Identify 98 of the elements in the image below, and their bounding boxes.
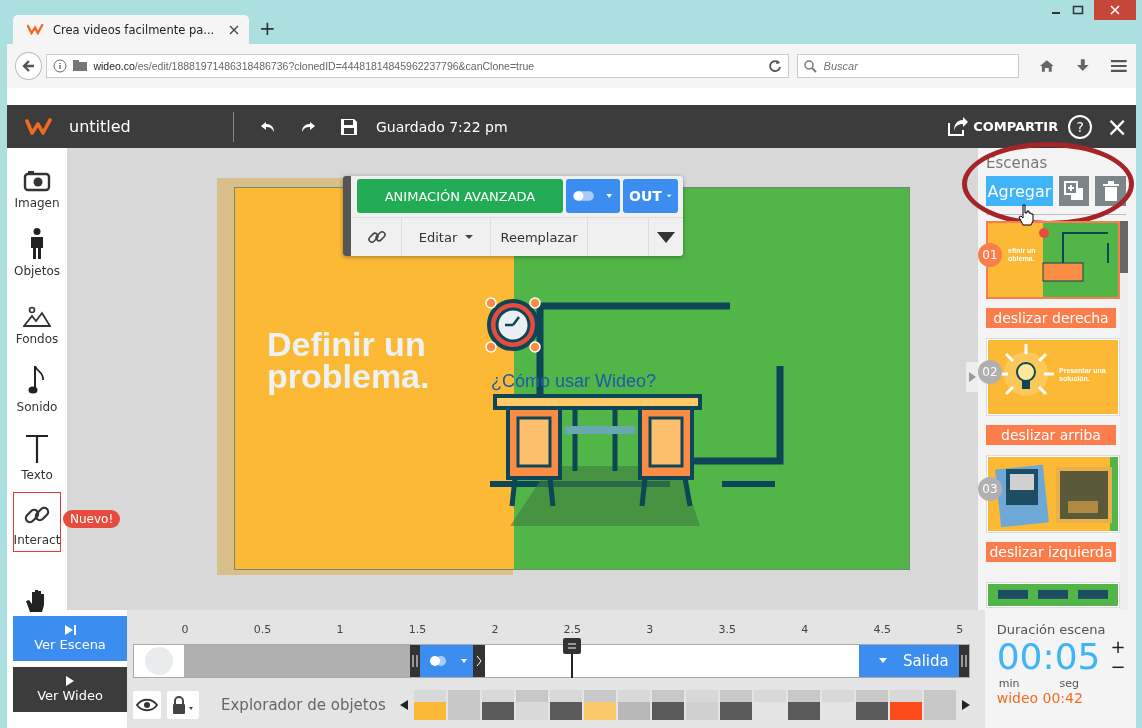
toggle-caret-icon [572,190,614,202]
share-button[interactable]: COMPARTIR [947,116,1059,137]
tab-title: Crea videos facilmente pa... [53,22,216,37]
menu-icon[interactable] [1110,58,1128,74]
tick-label: 4 [801,623,809,636]
duplicate-icon [1064,181,1085,201]
tool-button[interactable]: Sonido [13,352,61,420]
back-arrow-icon [20,58,37,74]
logo-icon [27,24,45,35]
arrow-icon [968,372,976,382]
help-button[interactable]: ? [1068,114,1093,139]
tick-label: 5 [956,623,964,636]
tick-label: 0.5 [253,623,272,636]
chevron-icon [476,655,482,667]
increase-button[interactable]: + [1110,637,1126,657]
play-video-button[interactable]: Ver Wideo [13,667,127,712]
search-field[interactable]: Buscar [796,54,1020,78]
save-icon[interactable] [340,117,358,136]
duplicate-button[interactable] [1058,176,1090,206]
hand-cursor-icon [1018,204,1034,226]
tick-label: 3.5 [718,623,737,636]
seconds-label: seg [1059,677,1079,690]
lock-dropdown[interactable] [167,691,199,719]
grip-icon [960,655,967,667]
maximize-icon[interactable] [1072,4,1084,16]
project-title[interactable]: untitled [69,117,233,136]
info-icon[interactable] [53,59,68,73]
redo-icon[interactable] [300,119,316,134]
scroll-right-icon[interactable] [961,700,970,710]
tool-button[interactable]: Fondos [13,284,61,352]
out-handle[interactable] [958,645,969,677]
new-tab-button[interactable]: + [259,16,276,40]
play-icon [62,625,78,635]
scene-number: 03 [978,477,1002,501]
scroll-left-icon[interactable] [399,700,408,710]
save-status: Guardado 7:22 pm [376,118,508,135]
music-note-icon [28,364,46,396]
tick-label: 1 [336,623,344,636]
tick-label: 1.5 [408,623,427,636]
scenes-title: Escenas [986,154,1049,172]
visibility-button[interactable] [133,691,161,719]
tool-button[interactable]: Texto [13,420,61,488]
caret-icon [665,193,672,199]
tick-label: 2 [491,623,499,636]
entry-animation-block[interactable] [420,645,473,677]
clock-icon[interactable] [485,297,541,353]
tool-button[interactable]: Imagen [13,148,61,216]
in-handle[interactable] [410,645,420,677]
play-icon [64,676,76,686]
trash-icon [1101,181,1120,201]
grip-icon [412,655,418,667]
eye-icon [136,698,158,712]
undo-icon[interactable] [260,119,276,134]
caret-icon [465,234,474,240]
replace-button[interactable]: Reemplazar [491,218,588,256]
close-icon [1110,5,1120,15]
text-icon [25,434,49,464]
caret-icon [657,231,675,243]
close-icon[interactable] [229,24,239,35]
person-icon [29,228,45,260]
back-button[interactable] [15,52,43,80]
search-icon [803,60,817,73]
logo-icon [25,117,53,136]
browser-tab[interactable]: Crea videos facilmente pa... [13,15,249,44]
scene-number: 01 [978,243,1002,267]
tick-label: 3 [646,623,654,636]
scene-duration-title: Duración escena [996,622,1107,637]
folder-icon [72,60,89,72]
panel-toggle[interactable] [966,362,978,392]
playhead[interactable] [563,638,582,678]
url-text: wideo.co/es/edit/18881971486318486736?clonedID=44481814845962237796&canClone=true [93,60,536,72]
minutes-label: min [998,677,1020,690]
close-button[interactable]: × [1106,113,1128,140]
camera-icon [23,170,51,192]
edit-dropdown[interactable]: Editar [402,218,491,256]
caret-icon [878,658,887,664]
tick-label: 2.5 [563,623,582,636]
new-badge: Nuevo! [63,510,121,528]
video-duration: wideo 00:42 [996,690,1084,706]
landscape-icon [23,306,51,328]
chevron-handle[interactable] [473,645,485,677]
tick-label: 0 [181,623,189,636]
scene-number: 02 [978,360,1002,384]
reload-icon[interactable] [767,59,782,73]
animation-toggle-button[interactable] [566,179,620,213]
download-icon[interactable] [1074,58,1091,74]
scrollbar[interactable] [1120,221,1128,610]
tick-label: 4.5 [873,623,891,636]
delete-button[interactable] [1095,176,1126,206]
share-icon [947,116,970,137]
address-bar[interactable]: wideo.co/es/edit/18881971486318486736?clonedID=44481814845962237796&canClone=true [46,54,789,78]
window-close-button[interactable] [1094,0,1136,20]
decrease-button[interactable]: − [1110,657,1126,677]
object-explorer-label: Explorador de objetos [221,696,386,714]
tool-button[interactable]: Objetos [13,216,61,284]
home-icon[interactable] [1039,58,1055,74]
drag-handle[interactable] [343,176,351,256]
lock-icon [172,696,194,714]
